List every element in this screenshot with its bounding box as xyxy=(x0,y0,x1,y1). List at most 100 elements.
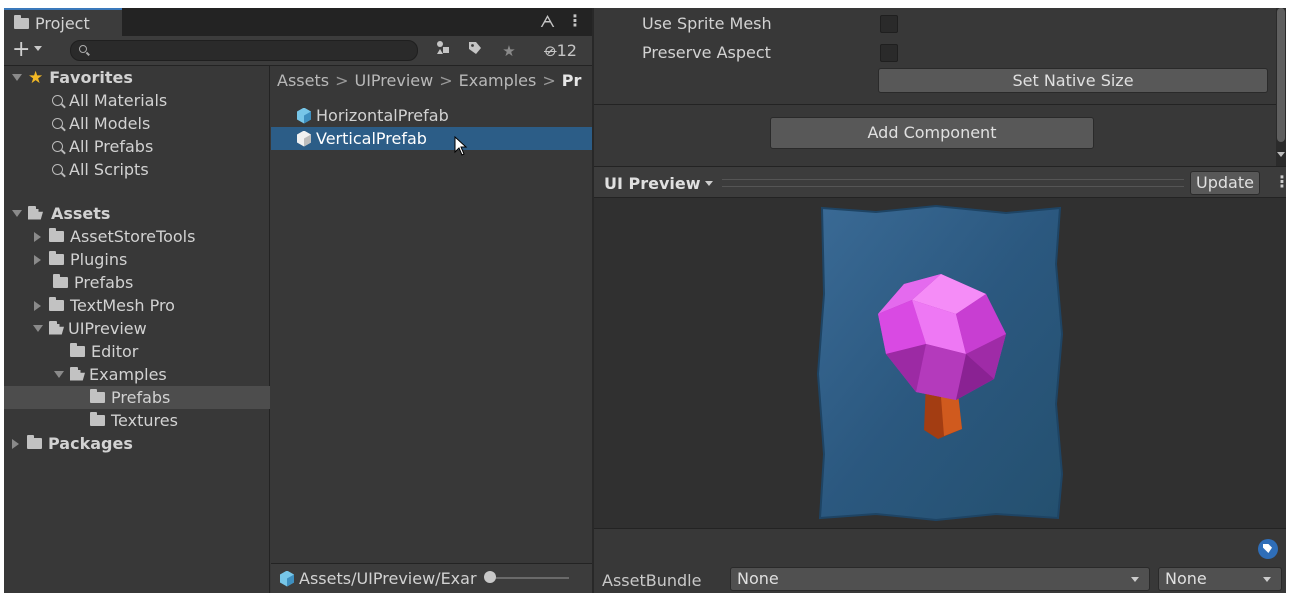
tree-item-prefabs[interactable]: Prefabs xyxy=(4,271,270,294)
add-button[interactable]: + xyxy=(12,39,30,61)
breadcrumb-item-examples[interactable]: Examples xyxy=(459,71,537,90)
lock-icon[interactable]: ᗅ xyxy=(540,12,555,32)
search-field[interactable] xyxy=(70,40,418,61)
asset-list-pane: Assets > UIPreview > Examples > Pr Horiz… xyxy=(271,66,592,593)
preview-header: UI Preview Update ⋮ xyxy=(594,166,1286,198)
tree-item-examples[interactable]: Examples xyxy=(4,363,270,386)
preview-title-dropdown[interactable]: UI Preview xyxy=(604,174,701,193)
tab-bar: Project ᗅ ⋮ xyxy=(4,8,592,36)
add-component-button[interactable]: Add Component xyxy=(770,117,1094,149)
asset-bundle-label: AssetBundle xyxy=(602,571,702,590)
preview-resize-handle[interactable] xyxy=(722,179,1184,187)
asset-bundle-name-dropdown[interactable]: None xyxy=(730,567,1150,591)
chevron-down-icon[interactable] xyxy=(33,325,43,332)
asset-item-vertical-prefab[interactable]: VerticalPrefab xyxy=(271,127,592,150)
prefab-icon xyxy=(279,571,295,587)
tree-item-label: Prefabs xyxy=(111,388,171,407)
unity-editor: Project ᗅ ⋮ + ★ ⊘12 ★ Favorites All Mate… xyxy=(4,8,1286,593)
chevron-right-icon[interactable] xyxy=(34,231,41,242)
selected-asset-path: Assets/UIPreview/Exar xyxy=(299,569,477,588)
icon-size-slider[interactable] xyxy=(489,577,569,579)
asset-item-horizontal-prefab[interactable]: HorizontalPrefab xyxy=(271,104,592,127)
tag-icon[interactable] xyxy=(1258,539,1278,559)
tree-item-assets[interactable]: Assets xyxy=(4,202,270,225)
filter-by-label-icon[interactable] xyxy=(464,40,486,62)
folder-icon xyxy=(49,251,64,265)
chevron-right-icon: > xyxy=(335,70,349,90)
favorite-all-prefabs[interactable]: All Prefabs xyxy=(4,135,270,158)
icon-size-slider-handle[interactable] xyxy=(484,571,496,583)
folder-icon xyxy=(14,14,29,29)
scroll-down-arrow-icon[interactable] xyxy=(1277,152,1285,157)
folder-icon xyxy=(70,343,85,357)
tree-item-label: All Models xyxy=(69,114,151,133)
search-input[interactable] xyxy=(93,42,413,59)
use-sprite-mesh-label: Use Sprite Mesh xyxy=(642,14,772,33)
scrollbar-thumb[interactable] xyxy=(1277,8,1285,142)
tree-item-label: All Scripts xyxy=(69,160,149,179)
chevron-down-icon xyxy=(1131,577,1139,582)
folder-icon xyxy=(27,435,42,449)
tab-project[interactable]: Project xyxy=(4,8,122,36)
filter-by-type-icon[interactable] xyxy=(432,40,454,62)
tree-item-label: Assets xyxy=(51,204,111,223)
update-button[interactable]: Update xyxy=(1190,171,1260,195)
favorite-star-icon[interactable]: ★ xyxy=(498,40,520,62)
breadcrumb-item-current[interactable]: Pr xyxy=(562,71,582,90)
tree-item-label: TextMesh Pro xyxy=(70,296,175,315)
tree-item-label: Packages xyxy=(48,434,133,453)
tree-item-favorites[interactable]: ★ Favorites xyxy=(4,66,270,89)
folder-tree: ★ Favorites All Materials All Models All… xyxy=(4,66,270,593)
hidden-packages-toggle[interactable]: ⊘12 xyxy=(544,41,577,60)
chevron-right-icon[interactable] xyxy=(34,300,41,311)
kebab-menu-icon[interactable]: ⋮ xyxy=(1274,172,1286,191)
tab-label: Project xyxy=(35,13,90,33)
preserve-aspect-checkbox[interactable] xyxy=(880,44,898,62)
asset-bundle-variant-dropdown[interactable]: None xyxy=(1158,567,1282,591)
tree-item-plugins[interactable]: Plugins xyxy=(4,248,270,271)
inspector-scrollbar[interactable] xyxy=(1276,8,1286,166)
kebab-menu-icon[interactable]: ⋮ xyxy=(567,11,583,30)
breadcrumb-item-uipreview[interactable]: UIPreview xyxy=(354,71,433,90)
chevron-right-icon[interactable] xyxy=(34,254,41,265)
chevron-down-icon[interactable] xyxy=(12,74,22,81)
favorite-all-scripts[interactable]: All Scripts xyxy=(4,158,270,181)
set-native-size-button[interactable]: Set Native Size xyxy=(878,68,1268,93)
divider xyxy=(594,104,1276,105)
search-icon xyxy=(52,164,63,175)
chevron-right-icon: > xyxy=(439,70,453,90)
preview-area xyxy=(594,198,1286,528)
chevron-down-icon[interactable] xyxy=(54,371,64,378)
tree-item-editor[interactable]: Editor xyxy=(4,340,270,363)
chevron-down-icon[interactable] xyxy=(12,210,22,217)
tree-item-label: UIPreview xyxy=(68,319,147,338)
search-icon xyxy=(79,45,87,53)
use-sprite-mesh-checkbox[interactable] xyxy=(880,15,898,33)
tree-item-asset-store-tools[interactable]: AssetStoreTools xyxy=(4,225,270,248)
ui-preview-image xyxy=(816,204,1064,522)
project-toolbar: + ★ ⊘12 xyxy=(4,36,592,66)
tree-item-label: All Prefabs xyxy=(69,137,154,156)
search-icon xyxy=(52,141,63,152)
folder-icon xyxy=(90,412,105,426)
chevron-down-icon[interactable] xyxy=(705,181,713,186)
tree-item-packages[interactable]: Packages xyxy=(4,432,270,455)
tree-item-uipreview[interactable]: UIPreview xyxy=(4,317,270,340)
favorite-all-materials[interactable]: All Materials xyxy=(4,89,270,112)
tree-item-textmesh-pro[interactable]: TextMesh Pro xyxy=(4,294,270,317)
chevron-down-icon[interactable] xyxy=(34,46,42,51)
tree-item-label: Editor xyxy=(91,342,139,361)
breadcrumb-item-assets[interactable]: Assets xyxy=(277,71,329,90)
favorite-all-models[interactable]: All Models xyxy=(4,112,270,135)
mouse-cursor-icon xyxy=(454,136,468,156)
folder-icon xyxy=(90,389,105,403)
chevron-right-icon[interactable] xyxy=(12,438,19,449)
tree-item-textures[interactable]: Textures xyxy=(4,409,270,432)
tree-item-examples-prefabs[interactable]: Prefabs xyxy=(4,386,270,409)
search-icon xyxy=(52,118,63,129)
folder-icon xyxy=(49,228,64,242)
eye-slash-icon: ⊘ xyxy=(544,42,557,60)
asset-bundle-bar: AssetBundle None None xyxy=(594,528,1286,593)
project-window: Project ᗅ ⋮ + ★ ⊘12 ★ Favorites All Mate… xyxy=(4,8,592,593)
hidden-count-label: 12 xyxy=(556,41,577,60)
